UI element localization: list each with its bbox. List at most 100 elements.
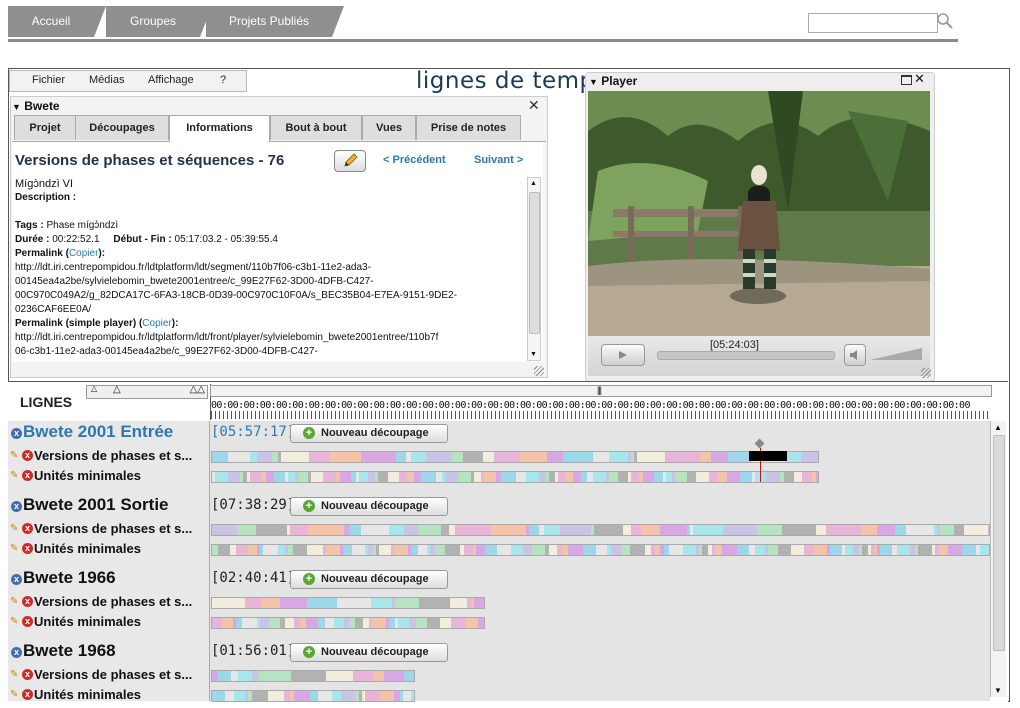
project-panel-title[interactable]: ▼ Bwete (12, 99, 60, 113)
annotation-segment[interactable] (630, 545, 645, 555)
annotation-segment[interactable] (596, 545, 607, 555)
annotation-segment[interactable] (212, 618, 222, 628)
annotation-segment[interactable] (641, 525, 660, 535)
annotation-segment[interactable] (281, 452, 309, 462)
annotation-segment[interactable] (218, 545, 230, 555)
annotation-segment[interactable] (711, 452, 728, 462)
annotation-segment[interactable] (669, 545, 683, 555)
annotation-segment[interactable] (411, 452, 426, 462)
annotation-segment[interactable] (294, 691, 310, 701)
permalink-line[interactable]: 00145ea4a2be/sylvielebomin_bwete2001entr… (15, 275, 523, 289)
annotation-segment[interactable] (918, 545, 932, 555)
annotation-segment[interactable] (474, 472, 481, 482)
remove-group-icon[interactable]: x (11, 501, 22, 512)
annotation-segment[interactable] (778, 545, 791, 555)
annotation-segment[interactable] (228, 472, 240, 482)
annotation-segment[interactable] (675, 472, 687, 482)
delete-row-icon[interactable]: x (22, 523, 33, 534)
annotation-segment[interactable] (332, 691, 341, 701)
edit-row-icon[interactable]: ✎ (10, 470, 21, 481)
new-cut-button[interactable]: + Nouveau découpage (290, 424, 448, 443)
annotation-segment[interactable] (455, 525, 491, 535)
annotation-segment[interactable] (547, 452, 563, 462)
next-link[interactable]: Suivant > (474, 154, 523, 166)
annotation-segment[interactable] (368, 472, 375, 482)
annotation-segment[interactable] (414, 472, 421, 482)
annotation-segment[interactable] (248, 545, 257, 555)
annotation-segment[interactable] (261, 598, 280, 608)
annotation-segment[interactable] (523, 545, 532, 555)
delete-row-icon[interactable]: x (22, 470, 33, 481)
remove-group-icon[interactable]: x (11, 428, 22, 439)
annotation-segment[interactable] (618, 472, 628, 482)
annotation-segment[interactable] (830, 545, 842, 555)
tab-vues[interactable]: Vues (362, 115, 416, 140)
annotation-segment[interactable] (980, 545, 989, 555)
annotation-segment[interactable] (318, 618, 325, 628)
annotation-track[interactable] (211, 617, 485, 629)
annotation-segment[interactable] (308, 525, 344, 535)
annotation-segment[interactable] (334, 618, 344, 628)
annotation-segment[interactable] (940, 525, 954, 535)
annotation-segment[interactable] (526, 472, 539, 482)
resize-grip-icon[interactable] (534, 366, 544, 376)
annotation-segment[interactable] (665, 452, 700, 462)
annotation-segment[interactable] (212, 691, 225, 701)
annotation-segment[interactable] (573, 472, 581, 482)
annotation-segment[interactable] (228, 452, 250, 462)
annotation-segment[interactable] (801, 452, 818, 462)
scroll-down-icon[interactable]: ▼ (994, 686, 1002, 695)
annotation-segment[interactable] (483, 452, 494, 462)
annotation-segment[interactable] (877, 525, 895, 535)
annotation-segment[interactable] (814, 545, 827, 555)
annotation-segment[interactable] (737, 545, 749, 555)
annotation-segment[interactable] (709, 472, 717, 482)
annotation-segment[interactable] (594, 525, 623, 535)
annotation-segment[interactable] (466, 618, 478, 628)
annotation-segment[interactable] (263, 545, 278, 555)
annotation-segment[interactable] (700, 452, 711, 462)
scroll-down-icon[interactable]: ▼ (530, 351, 537, 358)
annotation-segment[interactable] (234, 691, 245, 701)
close-icon[interactable]: ✕ (528, 97, 540, 114)
annotation-segment[interactable] (298, 472, 308, 482)
annotation-segment[interactable] (318, 691, 332, 701)
close-icon[interactable]: ✕ (914, 71, 925, 87)
annotation-segment[interactable] (494, 452, 520, 462)
annotation-segment[interactable] (794, 472, 802, 482)
edit-row-icon[interactable]: ✎ (10, 689, 21, 700)
annotation-track[interactable] (211, 451, 819, 463)
seek-slider[interactable] (657, 351, 835, 360)
tab-decoupages[interactable]: Découpages (75, 115, 169, 140)
annotation-segment[interactable] (532, 545, 545, 555)
annotation-segment[interactable] (727, 472, 740, 482)
annotation-track[interactable] (211, 544, 990, 556)
resize-grip-icon[interactable] (921, 368, 931, 378)
annotation-segment[interactable] (236, 545, 248, 555)
volume-slider[interactable] (870, 348, 922, 360)
annotation-segment[interactable] (250, 452, 257, 462)
annotation-track[interactable] (211, 690, 415, 702)
annotation-segment[interactable] (395, 598, 419, 608)
annotation-segment[interactable] (411, 545, 418, 555)
nav-tab-groupes[interactable]: Groupes (106, 6, 212, 37)
annotation-segment[interactable] (722, 545, 737, 555)
annotation-segment[interactable] (740, 472, 752, 482)
annotation-segment[interactable] (278, 545, 285, 555)
annotation-segment[interactable] (418, 525, 441, 535)
edit-row-icon[interactable]: ✎ (10, 669, 21, 680)
annotation-segment[interactable] (631, 472, 639, 482)
zoom-slider[interactable]: △ △ △△ (86, 384, 208, 399)
annotation-segment[interactable] (350, 525, 361, 535)
annotation-segment[interactable] (343, 545, 352, 555)
annotation-segment[interactable] (529, 525, 539, 535)
video-frame[interactable] (588, 91, 930, 336)
annotation-segment[interactable] (250, 472, 262, 482)
annotation-segment[interactable] (501, 472, 516, 482)
annotation-segment[interactable] (394, 545, 408, 555)
annotation-segment[interactable] (242, 618, 257, 628)
annotation-segment[interactable] (384, 671, 404, 681)
annotation-segment[interactable] (816, 472, 818, 482)
annotation-segment[interactable] (464, 545, 473, 555)
annotation-segment[interactable] (266, 472, 274, 482)
